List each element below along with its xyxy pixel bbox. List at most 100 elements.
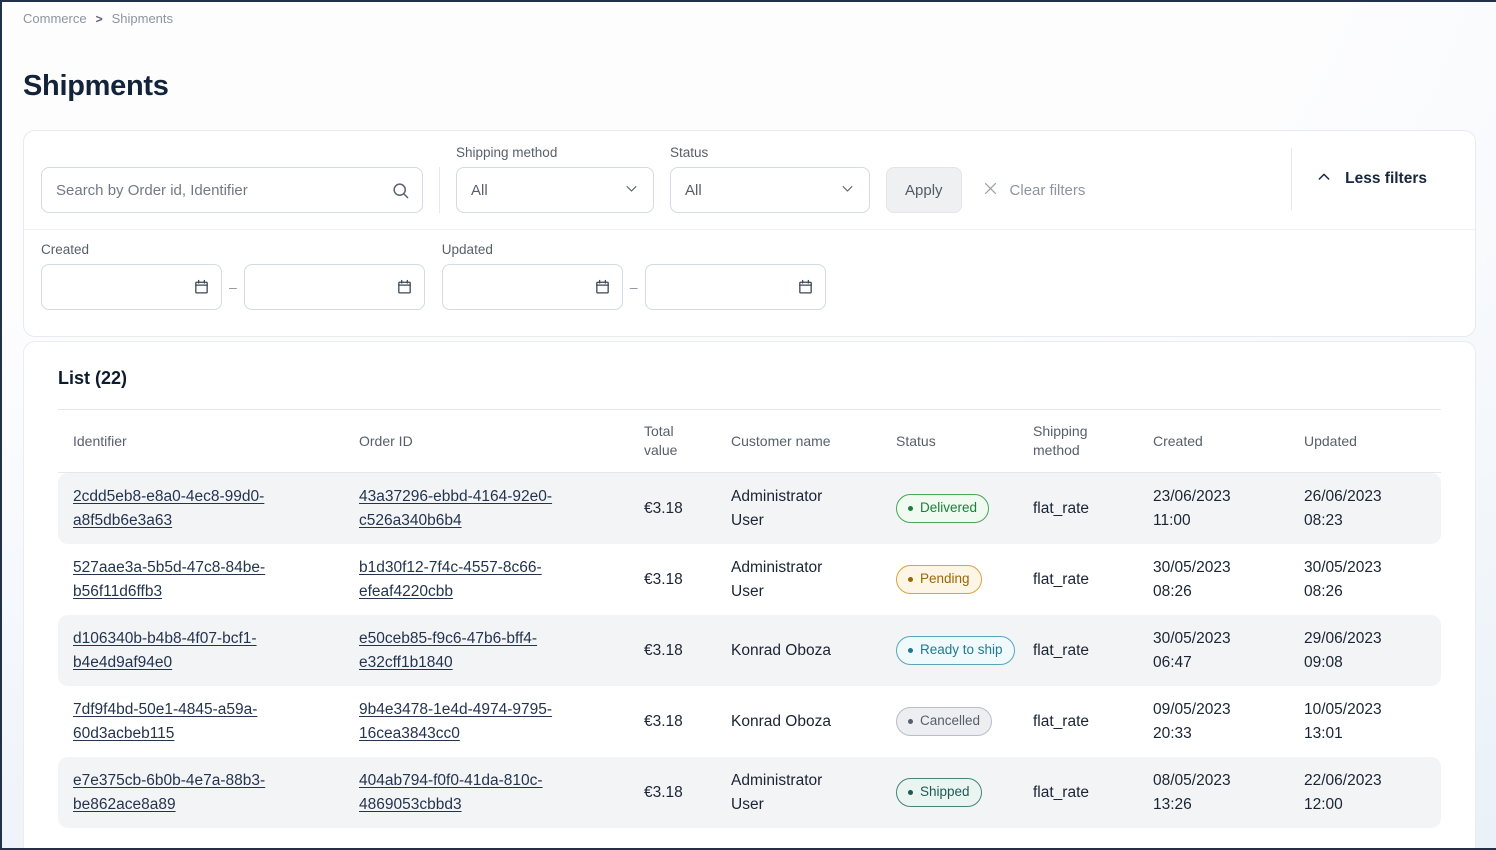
page-title: Shipments	[23, 70, 1496, 103]
calendar-icon[interactable]	[594, 278, 611, 300]
updated-at: 10/05/202313:01	[1304, 698, 1426, 745]
identifier-link[interactable]: 7df9f4bd-50e1-4845-a59a-60d3acbeb115	[73, 698, 308, 745]
chevron-up-icon	[1316, 169, 1332, 190]
shipping-method: flat_rate	[1033, 497, 1153, 520]
breadcrumb-separator: >	[96, 12, 103, 26]
identifier-link[interactable]: 527aae3a-5b5d-47c8-84be-b56f11d6ffb3	[73, 556, 308, 603]
column-header-customer-name: Customer name	[731, 432, 896, 451]
status-dot-icon	[908, 790, 913, 795]
customer-name: Administrator User	[731, 769, 896, 816]
updated-at: 22/06/202312:00	[1304, 769, 1426, 816]
range-dash: –	[630, 279, 638, 295]
filters-panel: Shipping method All Status All	[23, 130, 1476, 337]
created-at: 09/05/202320:33	[1153, 698, 1304, 745]
order-id-link[interactable]: 43a37296-ebbd-4164-92e0-c526a340b6b4	[359, 485, 594, 532]
calendar-icon[interactable]	[193, 278, 210, 300]
updated-date: 29/06/2023	[1304, 627, 1426, 650]
search-icon	[391, 181, 410, 205]
order-id-link[interactable]: e50ceb85-f9c6-47b6-bff4-e32cff1b1840	[359, 627, 594, 674]
customer-name: Konrad Oboza	[731, 639, 896, 662]
order-id-link[interactable]: 9b4e3478-1e4d-4974-9795-16cea3843cc0	[359, 698, 594, 745]
identifier-link[interactable]: e7e375cb-6b0b-4e7a-88b3-be862ace8a89	[73, 769, 308, 816]
updated-time: 12:00	[1304, 793, 1426, 816]
created-time: 13:26	[1153, 793, 1304, 816]
chevron-down-icon	[840, 181, 855, 200]
less-filters-label: Less filters	[1345, 170, 1427, 188]
identifier-link[interactable]: 2cdd5eb8-e8a0-4ec8-99d0-a8f5db6e3a63	[73, 485, 308, 532]
calendar-icon[interactable]	[797, 278, 814, 300]
created-range: –	[41, 264, 425, 310]
filters-toggle-area: Less filters	[1291, 148, 1455, 210]
created-label: Created	[41, 242, 425, 257]
page: Commerce > Shipments Shipments Shipping …	[0, 0, 1496, 850]
created-at: 30/05/202306:47	[1153, 627, 1304, 674]
range-dash: –	[229, 279, 237, 295]
updated-time: 13:01	[1304, 722, 1426, 745]
column-header-updated: Updated	[1304, 432, 1426, 451]
status-filter-label: Status	[670, 145, 870, 160]
status-label: Delivered	[920, 500, 977, 516]
column-header-identifier: Identifier	[73, 432, 359, 451]
created-at: 08/05/202313:26	[1153, 769, 1304, 816]
created-date: 30/05/2023	[1153, 556, 1304, 579]
filter-divider	[439, 167, 440, 213]
table-row: 7df9f4bd-50e1-4845-a59a-60d3acbeb115 9b4…	[58, 686, 1441, 757]
shipping-method: flat_rate	[1033, 639, 1153, 662]
updated-time: 08:23	[1304, 509, 1426, 532]
customer-name: Administrator User	[731, 485, 896, 532]
list-title: List (22)	[58, 342, 1441, 409]
updated-at: 30/05/202308:26	[1304, 556, 1426, 603]
customer-name: Konrad Oboza	[731, 710, 896, 733]
table-row: 2cdd5eb8-e8a0-4ec8-99d0-a8f5db6e3a63 43a…	[58, 473, 1441, 544]
created-at: 30/05/202308:26	[1153, 556, 1304, 603]
table-row: 527aae3a-5b5d-47c8-84be-b56f11d6ffb3 b1d…	[58, 544, 1441, 615]
customer-name: Administrator User	[731, 556, 896, 603]
breadcrumb-item-shipments[interactable]: Shipments	[112, 11, 173, 26]
status-filter-value: All	[685, 182, 702, 199]
apply-button[interactable]: Apply	[886, 167, 962, 213]
created-from	[41, 264, 222, 310]
created-to	[244, 264, 425, 310]
order-id-link[interactable]: 404ab794-f0f0-41da-810c-4869053cbbd3	[359, 769, 594, 816]
created-at: 23/06/202311:00	[1153, 485, 1304, 532]
breadcrumb-item-commerce[interactable]: Commerce	[23, 11, 87, 26]
created-date: 09/05/2023	[1153, 698, 1304, 721]
created-filter: Created –	[41, 242, 425, 310]
shipping-method-value: All	[471, 182, 488, 199]
status-dot-icon	[908, 577, 913, 582]
updated-date: 22/06/2023	[1304, 769, 1426, 792]
clear-filters-label: Clear filters	[1010, 182, 1086, 199]
status-dot-icon	[908, 506, 913, 511]
updated-filter: Updated –	[442, 242, 826, 310]
table-header: Identifier Order ID Total value Customer…	[58, 409, 1441, 473]
updated-label: Updated	[442, 242, 826, 257]
list-panel: List (22) Identifier Order ID Total valu…	[23, 341, 1476, 850]
shipping-method-select[interactable]: All	[456, 167, 654, 213]
created-time: 11:00	[1153, 509, 1304, 532]
identifier-link[interactable]: d106340b-b4b8-4f07-bcf1-b4e4d9af94e0	[73, 627, 308, 674]
created-time: 06:47	[1153, 651, 1304, 674]
search-box	[41, 167, 423, 213]
search-input[interactable]	[41, 167, 423, 213]
total-value: €3.18	[644, 781, 731, 804]
order-id-link[interactable]: b1d30f12-7f4c-4557-8c66-efeaf4220cbb	[359, 556, 594, 603]
updated-to	[645, 264, 826, 310]
updated-date: 30/05/2023	[1304, 556, 1426, 579]
created-time: 20:33	[1153, 722, 1304, 745]
shipping-method: flat_rate	[1033, 781, 1153, 804]
status-badge: Ready to ship	[896, 636, 1015, 664]
status-label: Shipped	[920, 784, 970, 800]
status-filter: Status All	[670, 145, 870, 213]
created-date: 30/05/2023	[1153, 627, 1304, 650]
updated-at: 29/06/202309:08	[1304, 627, 1426, 674]
column-header-created: Created	[1153, 432, 1304, 451]
status-label: Pending	[920, 571, 970, 587]
clear-filters-button[interactable]: Clear filters	[978, 167, 1090, 213]
less-filters-button[interactable]: Less filters	[1316, 169, 1455, 190]
status-select[interactable]: All	[670, 167, 870, 213]
status-label: Cancelled	[920, 713, 980, 729]
calendar-icon[interactable]	[396, 278, 413, 300]
shipping-method-label: Shipping method	[456, 145, 654, 160]
column-header-status: Status	[896, 432, 1033, 451]
total-value: €3.18	[644, 497, 731, 520]
